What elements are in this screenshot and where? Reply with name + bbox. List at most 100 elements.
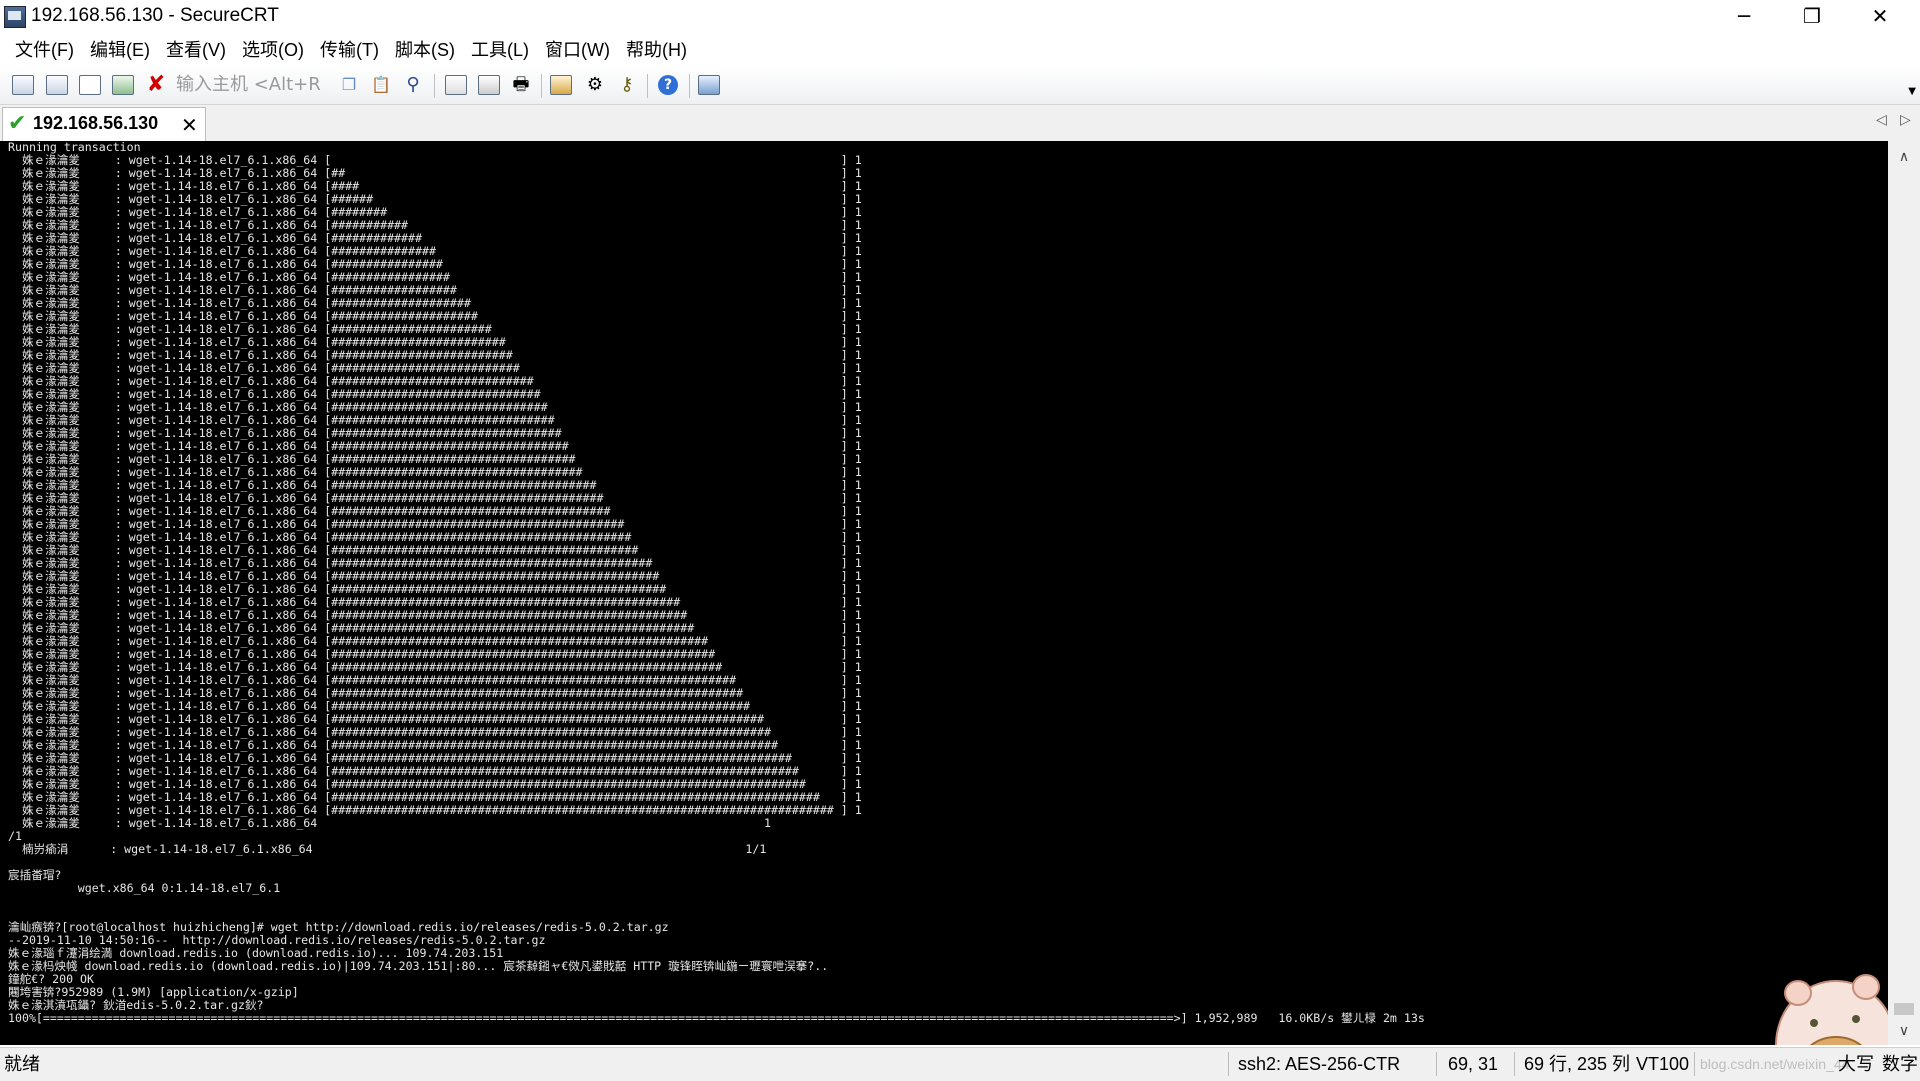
install-progress-bar: [################################# ] xyxy=(317,426,855,440)
install-progress-bar: [#######################################… xyxy=(317,738,855,752)
terminal-line-package: wget-1.14-18.el7_6.1.x86_64 xyxy=(128,166,318,180)
title-bar: 192.168.56.130 - SecureCRT ─ ❐ ✕ xyxy=(0,0,1920,34)
menu-tools[interactable]: 工具(L) xyxy=(464,34,536,66)
maximize-button[interactable]: ❐ xyxy=(1778,0,1846,34)
print-icon[interactable] xyxy=(443,73,469,97)
install-progress-bar: [#######################################… xyxy=(317,751,855,765)
terminal-line-count: 1 xyxy=(854,608,862,622)
install-progress-bar: [#######################################… xyxy=(317,777,855,791)
terminal-screen[interactable]: Running transaction 姝ｅ湪瀹夎 : wget-1.14-18… xyxy=(0,141,1888,1045)
terminal-line-count: 1 xyxy=(854,257,862,271)
help-icon[interactable]: ? xyxy=(655,73,681,97)
print-screen-icon[interactable]: 🖶 xyxy=(508,73,534,97)
tab-scroll-right-icon[interactable]: ▷ xyxy=(1900,112,1911,128)
install-progress-bar: [################## ] xyxy=(317,283,855,297)
scroll-up-icon[interactable]: ∧ xyxy=(1888,143,1920,171)
terminal-line-package: wget-1.14-18.el7_6.1.x86_64 xyxy=(128,504,318,518)
status-caps-lock: 大写 xyxy=(1838,1054,1874,1074)
terminal-line-package: wget-1.14-18.el7_6.1.x86_64 xyxy=(128,179,318,193)
quick-connect-icon[interactable] xyxy=(44,73,70,97)
terminal-line: 姝ｅ湪瀹夎 : wget-1.14-18.el7_6.1.x86_64 1 xyxy=(8,816,771,830)
terminal-line-label: 姝ｅ湪瀹夎 : xyxy=(8,621,129,635)
menu-help[interactable]: 帮助(H) xyxy=(619,34,694,66)
disconnect-icon[interactable]: ✘ xyxy=(143,73,169,97)
paste-icon[interactable]: 📋 xyxy=(368,73,394,97)
session-options-icon[interactable] xyxy=(548,73,574,97)
connect-icon[interactable] xyxy=(10,73,36,97)
install-progress-bar: [############### ] xyxy=(317,244,855,258)
terminal-line-count: 1 xyxy=(854,296,862,310)
terminal-line-label: 姝ｅ湪瀹夎 : xyxy=(8,374,129,388)
terminal-line-label: 姝ｅ湪瀹夎 : xyxy=(8,764,129,778)
connect-in-tab-icon[interactable] xyxy=(77,73,103,97)
input-method-mascot-icon[interactable]: 英 xyxy=(1762,963,1888,1045)
terminal-scrollbar[interactable]: ∧ ∨ xyxy=(1888,141,1920,1045)
toolbar-overflow-icon[interactable]: ▼ xyxy=(1908,86,1916,97)
terminal-line-package: wget-1.14-18.el7_6.1.x86_64 xyxy=(128,257,318,271)
terminal-line-count: 1 xyxy=(854,335,862,349)
terminal-line-package: wget-1.14-18.el7_6.1.x86_64 xyxy=(128,478,318,492)
terminal-line-label: 姝ｅ湪瀹夎 : xyxy=(8,192,129,206)
terminal-line: --2019-11-10 14:50:16-- http://download.… xyxy=(8,933,546,947)
terminal-line-label: 姝ｅ湪瀹夎 : xyxy=(8,777,129,791)
menu-view[interactable]: 查看(V) xyxy=(159,34,233,66)
close-window-button[interactable]: ✕ xyxy=(1846,0,1914,34)
terminal-line-count: 1 xyxy=(854,153,862,167)
install-progress-bar: [###################################### … xyxy=(317,478,855,492)
terminal-line-count: 1 xyxy=(854,790,862,804)
terminal-line-label: 姝ｅ湪瀹夎 : xyxy=(8,309,129,323)
terminal-line-package: wget-1.14-18.el7_6.1.x86_64 xyxy=(128,686,318,700)
terminal-line-label: 姝ｅ湪瀹夎 : xyxy=(8,257,129,271)
print-setup-icon[interactable] xyxy=(476,73,502,97)
tab-scroll-left-icon[interactable]: ◁ xyxy=(1876,112,1887,128)
menu-transfer[interactable]: 传输(T) xyxy=(313,34,386,66)
install-progress-bar: [################################## ] xyxy=(317,439,855,453)
terminal-line-package: wget-1.14-18.el7_6.1.x86_64 xyxy=(128,413,318,427)
terminal-line-label: 姝ｅ湪瀹夎 : xyxy=(8,231,129,245)
terminal-line-label: 姝ｅ湪瀹夎 : xyxy=(8,153,129,167)
install-progress-bar: [##################### ] xyxy=(317,309,855,323)
terminal-line-package: wget-1.14-18.el7_6.1.x86_64 xyxy=(128,244,318,258)
install-progress-bar: [#################### ] xyxy=(317,296,855,310)
keymap-icon[interactable]: ⚷ xyxy=(614,73,640,97)
quick-connect-input[interactable]: 输入主机 <Alt+R> xyxy=(176,70,322,100)
install-progress-bar: [########### ] xyxy=(317,218,855,232)
terminal-line-count: 1 xyxy=(854,634,862,648)
scroll-down-icon[interactable]: ∨ xyxy=(1888,1017,1920,1045)
terminal-line-package: wget-1.14-18.el7_6.1.x86_64 xyxy=(128,348,318,362)
session-tab[interactable]: ✔ 192.168.56.130 ✕ xyxy=(2,107,206,142)
terminal-line-count: 1 xyxy=(854,244,862,258)
menu-script[interactable]: 脚本(S) xyxy=(388,34,462,66)
scrollbar-thumb[interactable] xyxy=(1894,1003,1914,1015)
terminal-line-package: wget-1.14-18.el7_6.1.x86_64 xyxy=(128,322,318,336)
terminal-line-label: 姝ｅ湪瀹夎 : xyxy=(8,478,129,492)
find-icon[interactable]: ⚲ xyxy=(400,73,426,97)
terminal-line-package: wget-1.14-18.el7_6.1.x86_64 xyxy=(128,361,318,375)
menu-options[interactable]: 选项(O) xyxy=(235,34,311,66)
terminal-line-label: 姝ｅ湪瀹夎 : xyxy=(8,452,129,466)
minimize-button[interactable]: ─ xyxy=(1710,0,1778,34)
install-progress-bar: [############################## ] xyxy=(317,387,855,401)
copy-icon[interactable]: ❐ xyxy=(336,73,362,97)
terminal-line-label: 姝ｅ湪瀹夎 : xyxy=(8,270,129,284)
install-progress-bar: [#######################################… xyxy=(317,673,855,687)
menu-edit[interactable]: 编辑(E) xyxy=(83,34,157,66)
terminal-line-package: wget-1.14-18.el7_6.1.x86_64 xyxy=(128,192,318,206)
terminal-line-package: wget-1.14-18.el7_6.1.x86_64 xyxy=(128,673,318,687)
terminal-line: /1 xyxy=(8,829,22,843)
terminal-line-package: wget-1.14-18.el7_6.1.x86_64 xyxy=(128,426,318,440)
tab-close-icon[interactable]: ✕ xyxy=(181,113,198,137)
terminal-line-package: wget-1.14-18.el7_6.1.x86_64 xyxy=(128,283,318,297)
sftp-icon[interactable] xyxy=(696,73,722,97)
terminal-line-label: 姝ｅ湪瀹夎 : xyxy=(8,530,129,544)
reconnect-icon[interactable] xyxy=(110,73,136,97)
terminal-line-count: 1 xyxy=(854,309,862,323)
terminal-line-count: 1 xyxy=(854,400,862,414)
securecrt-app-icon[interactable] xyxy=(4,6,26,28)
global-options-icon[interactable]: ⚙ xyxy=(582,73,608,97)
terminal-line-label: 姝ｅ湪瀹夎 : xyxy=(8,387,129,401)
terminal-line-label: 姝ｅ湪瀹夎 : xyxy=(8,205,129,219)
menu-file[interactable]: 文件(F) xyxy=(8,34,81,66)
terminal-line-count: 1 xyxy=(854,712,862,726)
menu-window[interactable]: 窗口(W) xyxy=(538,34,617,66)
